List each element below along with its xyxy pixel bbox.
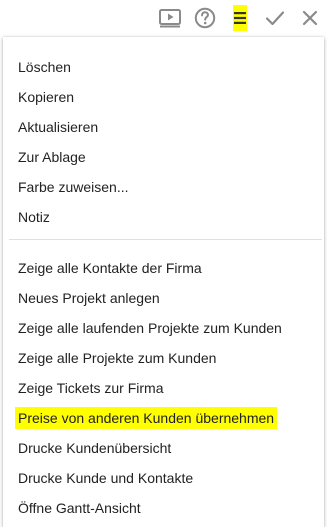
menu-item-label: Zur Ablage xyxy=(18,149,86,165)
menu-item-label: Öffne Gantt-Ansicht xyxy=(18,500,141,516)
menu-item-aktualisieren[interactable]: Aktualisieren xyxy=(3,112,324,142)
toolbar xyxy=(0,0,327,36)
menu-item-label: Zeige alle Projekte zum Kunden xyxy=(18,350,217,366)
menu-item-drucke-kundenuebersicht[interactable]: Drucke Kundenübersicht xyxy=(3,433,324,463)
menu-item-neues-projekt[interactable]: Neues Projekt anlegen xyxy=(3,283,324,313)
menu-item-label: Zeige alle laufenden Projekte zum Kunden xyxy=(18,320,282,336)
checkmark-icon[interactable] xyxy=(261,4,289,32)
menu-item-label: Zeige Tickets zur Firma xyxy=(18,380,164,396)
menu-item-laufende-projekte[interactable]: Zeige alle laufenden Projekte zum Kunden xyxy=(3,313,324,343)
menu-item-label: Kopieren xyxy=(18,89,75,105)
context-menu: Löschen Kopieren Aktualisieren Zur Ablag… xyxy=(3,37,324,527)
menu-item-notiz[interactable]: Notiz xyxy=(3,202,324,232)
menu-item-loeschen[interactable]: Löschen xyxy=(3,52,324,82)
menu-item-zur-ablage[interactable]: Zur Ablage xyxy=(3,142,324,172)
menu-item-tickets-zur-firma[interactable]: Zeige Tickets zur Firma xyxy=(3,373,324,403)
help-circle-icon[interactable] xyxy=(191,4,219,32)
hamburger-menu-icon[interactable] xyxy=(226,4,254,32)
menu-item-label: Farbe zuweisen... xyxy=(18,179,129,195)
menu-divider xyxy=(9,239,322,240)
menu-item-label: Notiz xyxy=(18,209,50,225)
menu-item-kopieren[interactable]: Kopieren xyxy=(3,82,324,112)
menu-item-drucke-kunde-kontakte[interactable]: Drucke Kunde und Kontakte xyxy=(3,463,324,493)
menu-item-label: Zeige alle Kontakte der Firma xyxy=(18,260,202,276)
play-screen-icon[interactable] xyxy=(156,4,184,32)
menu-item-label-highlighted: Preise von anderen Kunden übernehmen xyxy=(15,407,278,429)
menu-item-kontakte-der-firma[interactable]: Zeige alle Kontakte der Firma xyxy=(3,253,324,283)
menu-item-preise-uebernehmen[interactable]: Preise von anderen Kunden übernehmen xyxy=(3,403,324,433)
menu-item-label: Neues Projekt anlegen xyxy=(18,290,160,306)
menu-item-label: Löschen xyxy=(18,59,71,75)
menu-item-label: Drucke Kunde und Kontakte xyxy=(18,470,194,486)
menu-item-alle-projekte[interactable]: Zeige alle Projekte zum Kunden xyxy=(3,343,324,373)
close-icon[interactable] xyxy=(296,4,324,32)
menu-item-gantt-ansicht[interactable]: Öffne Gantt-Ansicht xyxy=(3,493,324,523)
menu-item-label: Drucke Kundenübersicht xyxy=(18,440,172,456)
menu-item-label: Aktualisieren xyxy=(18,119,99,135)
menu-item-farbe-zuweisen[interactable]: Farbe zuweisen... xyxy=(3,172,324,202)
